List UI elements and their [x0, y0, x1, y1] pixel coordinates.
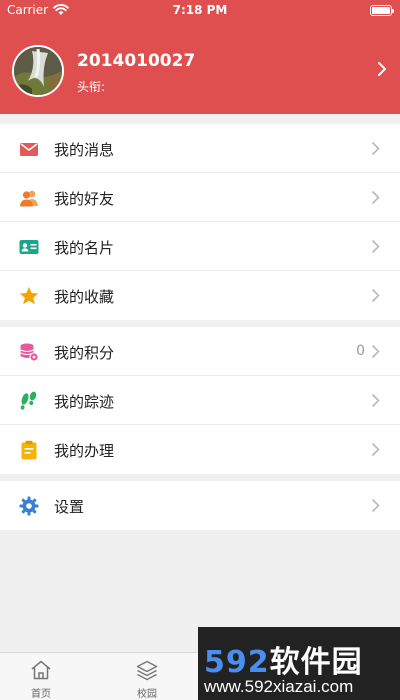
menu-item-handling[interactable]: 我的办理	[0, 425, 400, 474]
chevron-right-icon	[371, 393, 380, 408]
tab-home[interactable]: 首页	[6, 653, 76, 700]
profile-title: 头衔:	[77, 78, 107, 95]
clipboard-icon	[21, 440, 37, 460]
status-time: 7:18 PM	[172, 3, 228, 17]
star-icon	[19, 287, 39, 305]
chevron-right-icon	[371, 442, 380, 457]
chevron-right-icon	[371, 344, 380, 359]
menu-item-points[interactable]: 我的积分 0	[0, 327, 400, 376]
points-value: 0	[356, 343, 365, 359]
watermark-brand: 592软件园	[204, 637, 363, 681]
chevron-right-icon	[371, 239, 380, 254]
site-watermark: 592软件园 www.592xiazai.com	[198, 627, 400, 700]
footprint-icon	[20, 391, 37, 410]
menu-item-label: 我的积分	[54, 344, 115, 362]
menu-item-messages[interactable]: 我的消息	[0, 124, 400, 173]
chevron-right-icon	[371, 141, 380, 156]
menu-group-activity: 我的积分 0 我的踪迹 我的办理	[0, 327, 400, 474]
avatar[interactable]	[12, 45, 64, 97]
tab-campus[interactable]: 校园	[112, 653, 182, 700]
id-card-icon	[19, 240, 39, 254]
friends-icon	[20, 190, 38, 207]
menu-item-favorites[interactable]: 我的收藏	[0, 271, 400, 320]
tab-label: 校园	[137, 689, 157, 700]
profile-header: Carrier 7:18 PM 2014010027 头衔:	[0, 0, 400, 114]
menu-group-personal: 我的消息 我的好友 我的名片 我的收藏	[0, 124, 400, 320]
watermark-url: www.592xiazai.com	[204, 677, 354, 696]
menu-item-label: 我的收藏	[54, 288, 115, 306]
profile-name[interactable]: 2014010027	[77, 51, 195, 71]
watermark-brand-text: 软件园	[269, 645, 363, 680]
menu-item-label: 我的好友	[54, 190, 115, 208]
menu-item-settings[interactable]: 设置	[0, 481, 400, 530]
home-icon	[31, 660, 51, 680]
status-bar: Carrier 7:18 PM	[0, 0, 400, 20]
menu-group-settings: 设置	[0, 481, 400, 530]
mail-icon	[20, 143, 38, 156]
menu-item-footprints[interactable]: 我的踪迹	[0, 376, 400, 425]
menu-item-label: 我的踪迹	[54, 393, 115, 411]
profile-title-label: 头衔:	[77, 80, 106, 94]
chevron-right-icon	[371, 498, 380, 513]
menu-item-friends[interactable]: 我的好友	[0, 173, 400, 222]
battery-icon	[370, 5, 394, 16]
tab-label: 首页	[31, 689, 51, 700]
avatar-image	[14, 47, 62, 95]
menu-item-label: 我的办理	[54, 442, 115, 460]
menu-item-label: 设置	[54, 498, 85, 516]
gear-icon	[19, 496, 39, 516]
header-chevron-right-icon[interactable]	[376, 61, 388, 77]
chevron-right-icon	[371, 190, 380, 205]
menu-item-label: 我的消息	[54, 141, 115, 159]
coins-icon	[20, 343, 39, 362]
watermark-brand-number: 592	[204, 645, 270, 680]
menu-item-label: 我的名片	[54, 239, 115, 257]
menu-item-business-card[interactable]: 我的名片	[0, 222, 400, 271]
chevron-right-icon	[371, 288, 380, 303]
layers-icon	[136, 660, 158, 681]
